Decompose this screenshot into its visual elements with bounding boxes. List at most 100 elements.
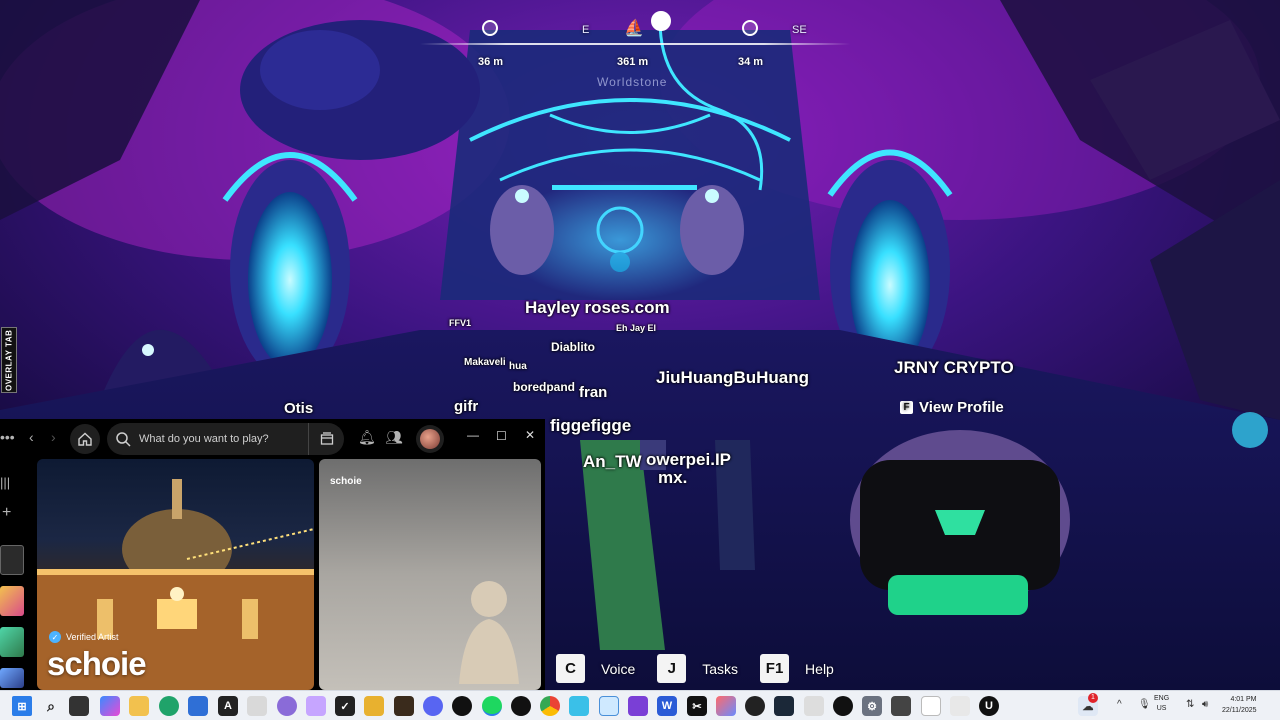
hotkey-voice-key[interactable]: C [556, 654, 585, 683]
user-avatar[interactable] [416, 425, 444, 453]
friends-icon[interactable]: 👥︎ [385, 429, 403, 446]
app-stack-icon[interactable] [628, 696, 648, 716]
network-icon[interactable]: ⇅ [1186, 699, 1194, 710]
forward-arrow-icon[interactable]: › [51, 429, 56, 445]
discord-icon[interactable] [423, 696, 443, 716]
player-tag-fran[interactable]: fran [579, 384, 607, 401]
search-input[interactable] [139, 433, 309, 445]
hotkey-tasks-key[interactable]: J [657, 654, 687, 683]
file-explorer-icon[interactable] [129, 696, 149, 716]
back-arrow-icon[interactable]: ‹ [29, 429, 34, 445]
player-tag-boredpanda[interactable]: boredpand [513, 380, 575, 394]
task-view-icon[interactable] [69, 696, 89, 716]
now-playing-panel[interactable]: schoie [319, 459, 541, 690]
library-thumb-4[interactable] [0, 668, 24, 688]
start-windows-icon[interactable]: ⊞ [12, 696, 32, 716]
clock-date: 22/11/2025 [1222, 707, 1257, 714]
distance-right: 34 m [738, 56, 764, 68]
player-tag-otis[interactable]: Otis [284, 400, 313, 417]
player-tag-powerpei[interactable]: owerpei.IP [646, 450, 731, 470]
player-tag-jrny[interactable]: JRNY CRYPTO [894, 358, 1014, 378]
search-bar[interactable] [107, 423, 344, 455]
app-ring-icon[interactable] [452, 696, 472, 716]
home-icon [78, 432, 92, 446]
compass-heading-e: E [582, 24, 590, 36]
overlay-tab-toggle[interactable]: OVERLAY TAB [1, 327, 17, 393]
notification-count: 1 [1088, 693, 1098, 703]
player-tag-eh-jay[interactable]: Eh Jay El [616, 323, 656, 333]
settings-icon[interactable]: ⚙ [862, 696, 882, 716]
app-shapes-icon[interactable] [716, 696, 736, 716]
player-tag-figgefigge[interactable]: figgefigge [550, 416, 631, 436]
minimize-icon[interactable]: — [467, 428, 479, 442]
notepad-icon[interactable] [569, 696, 589, 716]
app-window-icon[interactable] [599, 696, 619, 716]
verified-label: Verified Artist [66, 632, 119, 642]
player-tag-hua[interactable]: hua [509, 361, 527, 372]
player-tag-gifr[interactable]: gifr [454, 398, 478, 415]
app-gear-icon[interactable] [804, 696, 824, 716]
library-thumb-1[interactable] [0, 545, 24, 575]
player-tag-hayley[interactable]: Hayley roses.com [525, 298, 670, 318]
app-notify-icon[interactable] [891, 696, 911, 716]
hotkey-bar: C Voice J Tasks F1 Help [556, 654, 856, 683]
capcut-icon[interactable]: ✂ [687, 696, 707, 716]
hotkey-voice-label: Voice [601, 660, 636, 677]
library-thumb-2[interactable] [0, 586, 24, 616]
app-person-icon[interactable] [745, 696, 765, 716]
tray-chevron-icon[interactable]: ^ [1117, 699, 1122, 710]
spotify-window: ••• ‹ › 🔔︎ 👥︎ — ☐ ✕ ||| + [0, 419, 545, 690]
spotify-icon[interactable] [482, 696, 502, 716]
spotify-alt-icon[interactable] [511, 696, 531, 716]
bell-icon[interactable]: 🔔︎ [358, 429, 376, 446]
unreal-icon[interactable]: U [979, 696, 999, 716]
player-tag-mx[interactable]: mx. [658, 468, 687, 488]
steam-icon[interactable] [774, 696, 794, 716]
player-tag-an-tw[interactable]: An_TW [583, 452, 642, 472]
app-snip-icon[interactable] [833, 696, 853, 716]
compass-objective-marker-left [482, 20, 498, 36]
browse-button[interactable] [308, 423, 344, 455]
app-loader-icon[interactable] [950, 696, 970, 716]
player-tag-ffv1[interactable]: FFV1 [449, 318, 471, 328]
spotify-sidebar: ||| + [0, 464, 30, 690]
create-plus-icon[interactable]: + [2, 504, 11, 522]
app-shield-icon[interactable] [364, 696, 384, 716]
player-tag-jiuhuang[interactable]: JiuHuangBuHuang [656, 368, 809, 388]
player-tag-makaveli[interactable]: Makaveli [464, 357, 506, 368]
library-thumb-3[interactable] [0, 627, 24, 657]
volume-icon[interactable]: 🔊︎ [1202, 699, 1208, 710]
store-icon[interactable] [188, 696, 208, 716]
app-a-icon[interactable]: A [218, 696, 238, 716]
spotify-topbar: ••• ‹ › 🔔︎ 👥︎ — ☐ ✕ [0, 419, 545, 457]
close-icon[interactable]: ✕ [525, 428, 535, 442]
hotkey-tasks-label: Tasks [702, 660, 739, 677]
word-icon[interactable]: W [657, 696, 677, 716]
app-figure-icon[interactable] [247, 696, 267, 716]
now-playing-title: schoie [330, 476, 362, 487]
keyboard-language[interactable]: ENG US [1154, 694, 1169, 714]
maximize-icon[interactable]: ☐ [496, 429, 507, 443]
chrome-icon[interactable] [540, 696, 560, 716]
search-taskbar-icon[interactable]: ⌕ [41, 696, 61, 716]
player-tag-diablito[interactable]: Diablito [551, 340, 595, 354]
microphone-icon[interactable]: 🎙︎ [1138, 699, 1151, 710]
home-button[interactable] [70, 424, 100, 454]
app-check-icon[interactable]: ✓ [335, 696, 355, 716]
menu-dots-icon[interactable]: ••• [0, 429, 15, 445]
artist-silhouette-image [459, 581, 519, 684]
copilot-icon[interactable] [100, 696, 120, 716]
view-profile-prompt[interactable]: F View Profile [900, 399, 1004, 416]
windows-taskbar: ⊞ ⌕ A ✓ W ✂ ⚙ U ☁ 1 ^ 🎙︎ ENG US ⇅ 🔊︎ 4:0… [0, 690, 1280, 720]
lang-bottom: US [1156, 705, 1167, 712]
app-sword-icon[interactable] [394, 696, 414, 716]
app-orb-icon[interactable] [277, 696, 297, 716]
hotkey-help-label: Help [805, 660, 834, 677]
app-cube-icon[interactable] [306, 696, 326, 716]
artist-hero-banner[interactable]: ✓ Verified Artist schoie [37, 459, 314, 690]
edge-icon[interactable] [159, 696, 179, 716]
app-doc-icon[interactable] [921, 696, 941, 716]
hotkey-help-key[interactable]: F1 [760, 654, 790, 683]
clock[interactable]: 4:01 PM 22/11/2025 [1222, 694, 1257, 716]
library-icon[interactable]: ||| [0, 475, 10, 490]
